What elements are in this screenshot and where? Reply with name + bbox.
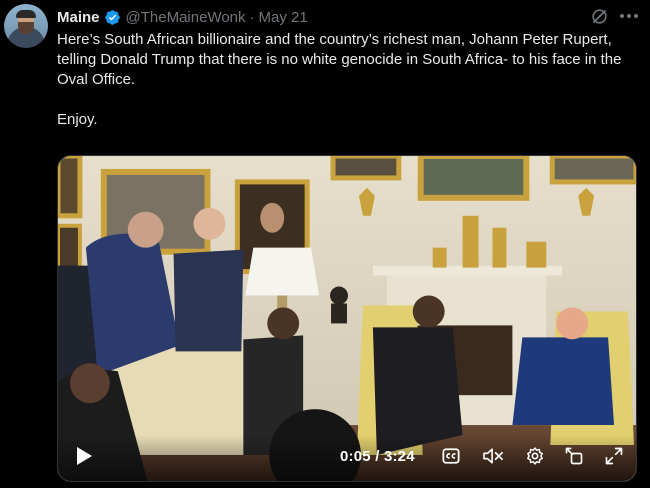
author-handle[interactable]: @TheMaineWonk — [126, 9, 246, 26]
play-icon[interactable] — [75, 446, 93, 466]
video-frame — [58, 156, 636, 481]
video-time: 0:05 / 3:24 — [340, 448, 415, 465]
more-icon[interactable] — [620, 14, 638, 20]
tweet-header: Maine @TheMaineWonk · May 21 — [57, 7, 308, 27]
author-name[interactable]: Maine — [57, 9, 100, 26]
grok-icon[interactable] — [590, 7, 609, 26]
mute-icon[interactable] — [482, 447, 504, 465]
popout-icon[interactable] — [564, 446, 584, 466]
fullscreen-icon[interactable] — [604, 446, 624, 466]
author-avatar[interactable] — [4, 4, 48, 48]
avatar-beard — [18, 22, 34, 34]
time-separator: / — [370, 448, 384, 465]
verified-badge-icon — [104, 9, 120, 25]
video-player[interactable]: 0:05 / 3:24 — [57, 155, 637, 482]
header-separator: · — [249, 8, 255, 26]
captions-icon[interactable] — [442, 447, 460, 465]
tweet-text: Here’s South African billionaire and the… — [57, 31, 622, 128]
time-total: 3:24 — [383, 448, 415, 465]
tweet-date[interactable]: May 21 — [259, 9, 308, 26]
settings-icon[interactable] — [525, 446, 545, 466]
time-current: 0:05 — [340, 448, 371, 465]
avatar-cap — [16, 10, 36, 18]
